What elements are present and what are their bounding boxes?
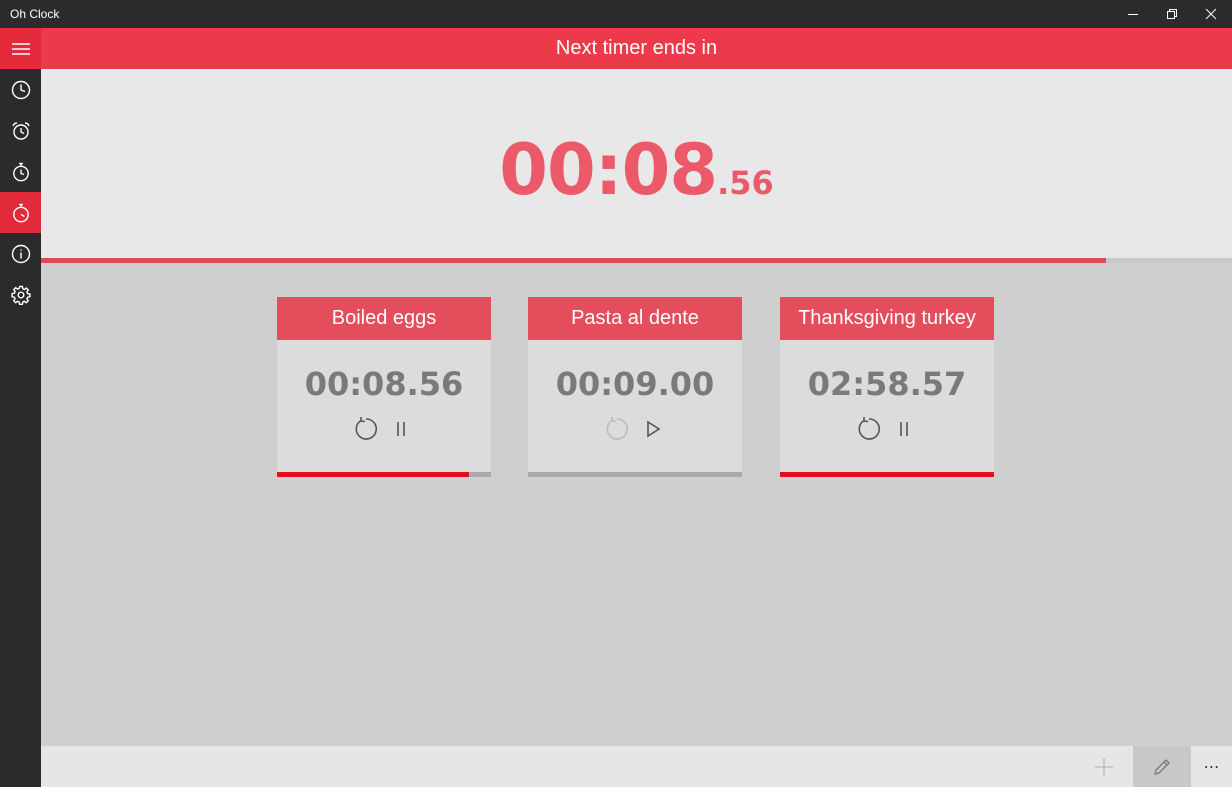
timer-progress-bar (780, 472, 994, 477)
reset-button[interactable] (353, 416, 379, 442)
sidebar-item-settings[interactable] (0, 274, 41, 315)
gear-icon (10, 285, 31, 305)
timer-name: Pasta al dente (528, 297, 742, 340)
timer-progress-bar (277, 472, 491, 477)
timer-time: 00:08.56 (304, 365, 464, 403)
edit-button[interactable] (1133, 746, 1191, 787)
restore-icon (1167, 9, 1177, 19)
pause-button[interactable] (388, 416, 414, 442)
restore-button[interactable] (1152, 0, 1192, 28)
sidebar-item-timer[interactable] (0, 192, 41, 233)
minimize-icon (1128, 14, 1138, 15)
pause-icon (900, 422, 908, 436)
timer-card-pasta-al-dente[interactable]: Pasta al dente 00:09.00 (528, 297, 742, 477)
close-icon (1205, 8, 1217, 20)
clock-icon (11, 80, 30, 99)
add-icon (1094, 757, 1113, 776)
next-timer-panel: 00:08.56 (41, 69, 1232, 258)
page-header: Next timer ends in (41, 28, 1232, 69)
add-timer-button[interactable] (1083, 746, 1124, 787)
stopwatch-icon (12, 162, 29, 181)
title-bar: Oh Clock (0, 0, 1232, 28)
pause-button[interactable] (891, 416, 917, 442)
hamburger-menu-icon (11, 42, 30, 55)
more-options-button[interactable]: ⋯ (1191, 746, 1232, 787)
reset-button (604, 416, 630, 442)
play-button[interactable] (639, 416, 665, 442)
next-timer-progress-fill (41, 258, 1106, 263)
timer-card-boiled-eggs[interactable]: Boiled eggs 00:08.56 (277, 297, 491, 477)
pencil-icon (1154, 758, 1170, 775)
pause-icon (397, 422, 405, 436)
timer-progress-fill (277, 472, 469, 477)
play-icon (647, 420, 661, 438)
minimize-button[interactable] (1113, 0, 1153, 28)
close-button[interactable] (1191, 0, 1231, 28)
sidebar-item-alarm[interactable] (0, 110, 41, 151)
reset-icon (858, 417, 881, 440)
timer-card-thanksgiving-turkey[interactable]: Thanksgiving turkey 02:58.57 (780, 297, 994, 477)
sidebar-item-clock[interactable] (0, 69, 41, 110)
hamburger-menu-button[interactable] (0, 28, 41, 69)
reset-button[interactable] (856, 416, 882, 442)
timer-name: Boiled eggs (277, 297, 491, 340)
next-timer-progress-bar (41, 258, 1232, 263)
sidebar-item-about[interactable] (0, 233, 41, 274)
next-timer-countdown: 00:08.56 (41, 129, 1232, 211)
bottom-app-bar: ⋯ (41, 746, 1232, 787)
timer-name: Thanksgiving turkey (780, 297, 994, 340)
timer-time: 00:09.00 (555, 365, 715, 403)
info-icon (11, 244, 30, 263)
alarm-icon (11, 121, 30, 140)
next-timer-main: 00:08 (499, 129, 718, 211)
reset-icon (355, 417, 378, 440)
sidebar (0, 28, 41, 787)
reset-icon (606, 417, 629, 440)
timer-progress-fill (780, 472, 994, 477)
app-title: Oh Clock (10, 7, 60, 21)
timer-progress-bar (528, 472, 742, 477)
next-timer-fraction: .56 (717, 164, 774, 202)
timer-time: 02:58.57 (807, 365, 967, 403)
timer-icon (12, 203, 29, 222)
sidebar-item-stopwatch[interactable] (0, 151, 41, 192)
